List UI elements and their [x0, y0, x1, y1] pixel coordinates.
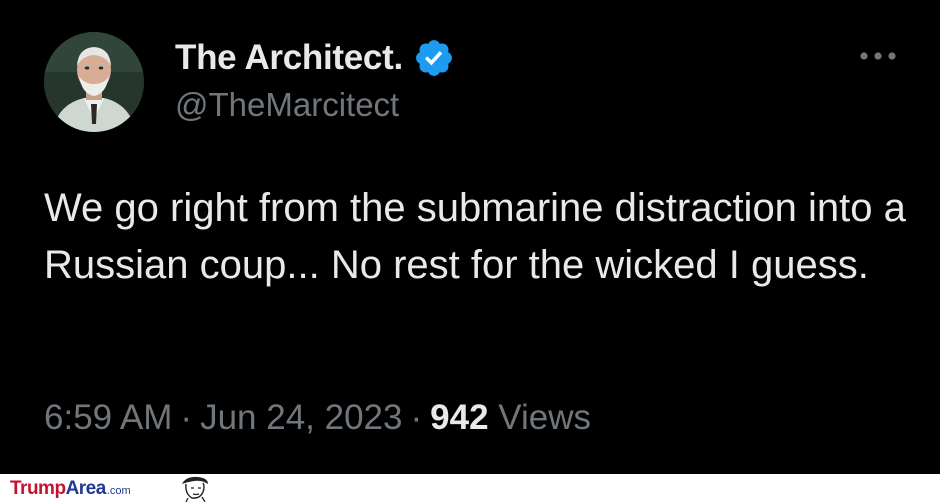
tweet-text: We go right from the submarine distracti…: [44, 186, 906, 287]
view-count[interactable]: 942: [430, 398, 488, 437]
watermark-logo: Trump Area .com: [10, 478, 131, 500]
watermark-brand-part1: Trump: [10, 478, 66, 499]
watermark-brand-part2: Area: [65, 478, 107, 499]
watermark-bar: Trump Area .com: [0, 474, 940, 502]
views-label: Views: [498, 398, 592, 437]
tweet-date[interactable]: Jun 24, 2023: [200, 398, 402, 437]
tweet-metadata: 6:59 AM · Jun 24, 2023 · 942 Views: [44, 398, 591, 438]
separator-dot: ·: [410, 398, 423, 437]
tweet-time[interactable]: 6:59 AM: [44, 398, 172, 437]
more-options-button[interactable]: [856, 44, 900, 68]
verified-badge-icon: [415, 40, 452, 76]
watermark-tld: .com: [106, 485, 131, 497]
separator-dot: ·: [180, 398, 193, 437]
avatar[interactable]: [44, 32, 144, 132]
tweet-card: The Architect. @TheMarcitect We go right…: [0, 0, 940, 474]
display-name[interactable]: The Architect.: [175, 38, 403, 78]
author-handle[interactable]: @TheMarcitect: [175, 86, 399, 124]
more-options-icon: [860, 52, 896, 60]
avatar-photo: [44, 32, 144, 132]
watermark-caricature-icon: [182, 476, 208, 502]
author-name-row: The Architect.: [175, 36, 455, 80]
